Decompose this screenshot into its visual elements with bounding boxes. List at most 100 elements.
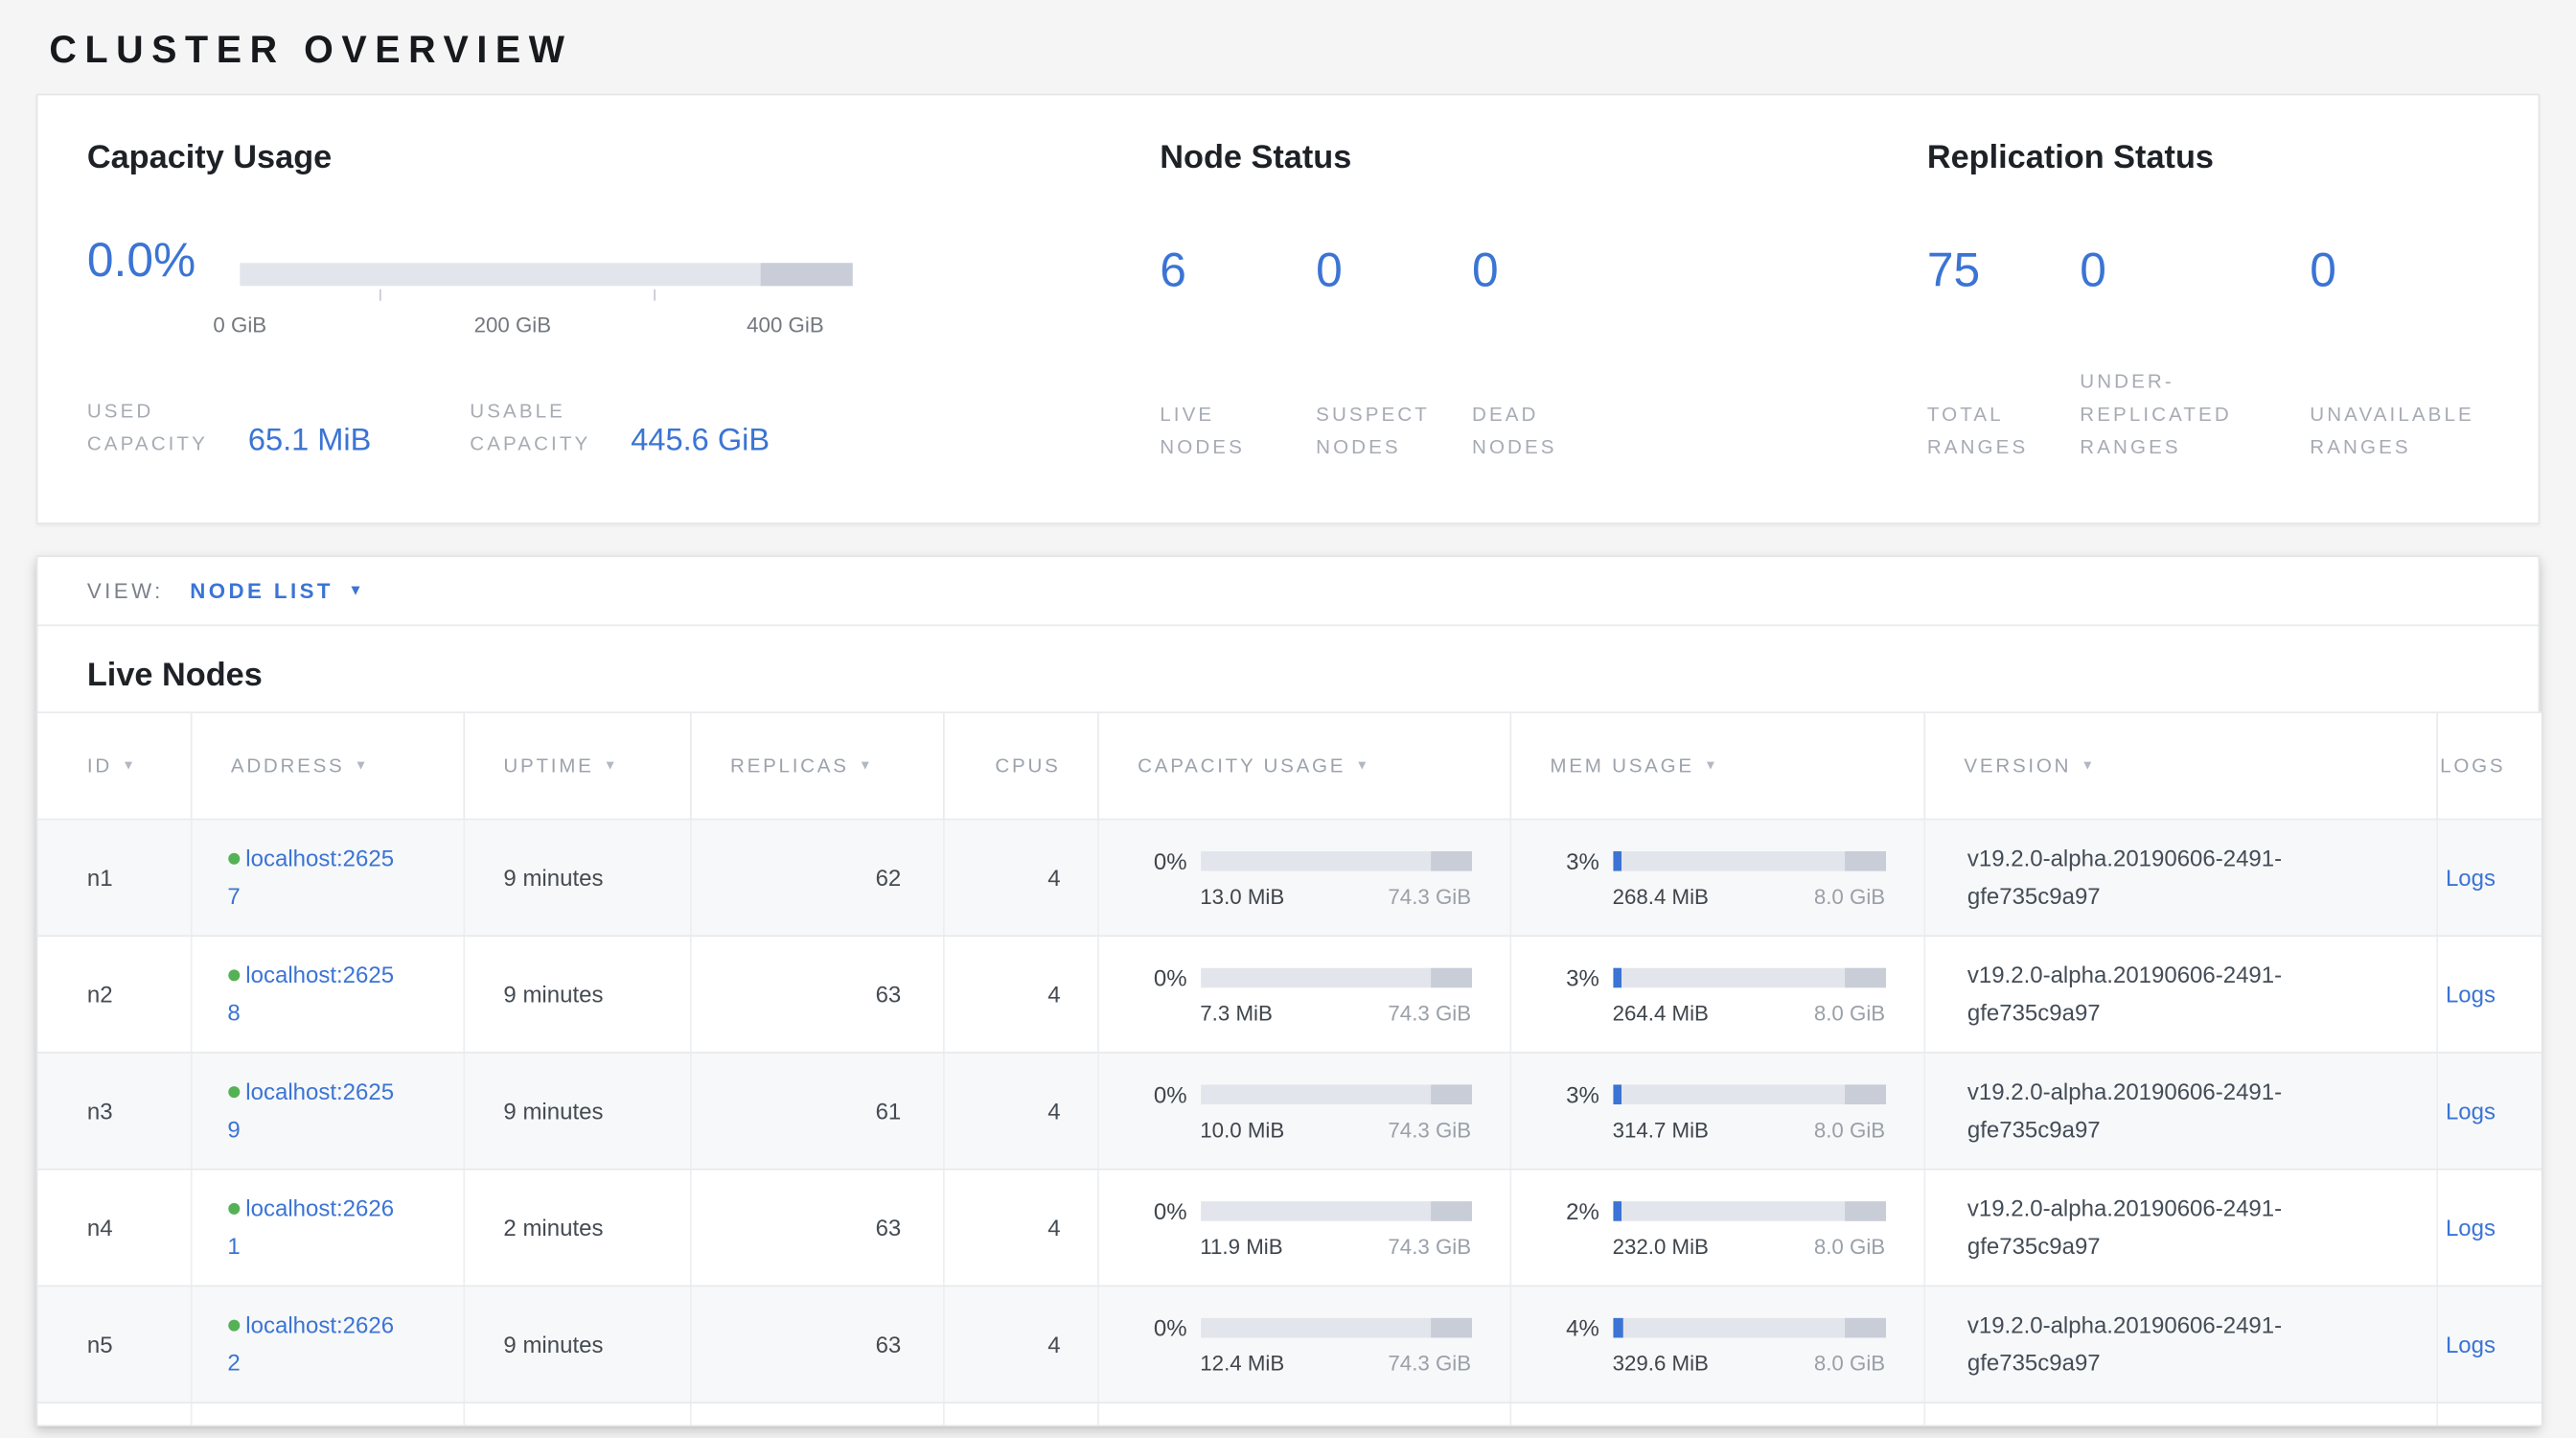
- mem-total-value: 8.0 GiB: [1814, 1234, 1885, 1259]
- mem-used-value: 329.6 MiB: [1613, 1350, 1709, 1375]
- node-live-icon: [227, 1320, 239, 1332]
- live-nodes-table: ID▼ ADDRESS▼ UPTIME▼ REPLICAS▼ CPUS CAPA…: [37, 711, 2542, 1425]
- page-title: CLUSTER OVERVIEW: [36, 0, 2541, 94]
- node-status-section: Node Status 6 LIVE NODES 0 SUSPECT NODES…: [1160, 138, 1927, 522]
- mem-used-value: 268.4 MiB: [1613, 883, 1709, 908]
- column-header-capacity-usage[interactable]: CAPACITY USAGE▼: [1097, 712, 1509, 819]
- total-ranges-stat: 75 TOTAL RANGES: [1927, 240, 2080, 463]
- node-cpus: 4: [1047, 1332, 1060, 1357]
- mem-percent: 3%: [1550, 847, 1598, 873]
- sort-desc-icon: ▼: [122, 757, 137, 772]
- node-address: localhost:26262: [227, 1307, 395, 1382]
- node-list-dropdown-value: NODE LIST: [190, 578, 334, 603]
- mem-usage-bar: [1613, 1317, 1886, 1337]
- capacity-total-value: 74.3 GiB: [1388, 1350, 1471, 1375]
- axis-tick: [380, 290, 381, 301]
- stat-value: 0: [2310, 240, 2491, 302]
- mem-usage-fill: [1613, 1084, 1622, 1104]
- node-replicas: 63: [876, 1215, 902, 1241]
- mem-usage-bar: [1613, 850, 1886, 870]
- live-nodes-stat: 6 LIVE NODES: [1160, 240, 1316, 463]
- capacity-reserved-segment: [1430, 850, 1471, 870]
- node-cpus: 4: [1047, 865, 1060, 891]
- view-bar: VIEW: NODE LIST ▼: [37, 557, 2538, 626]
- used-capacity-stat: USED CAPACITY 65.1 MiB: [87, 394, 372, 460]
- capacity-total-value: 74.3 GiB: [1388, 1234, 1471, 1259]
- node-uptime: 9 minutes: [503, 1332, 603, 1357]
- column-header-id[interactable]: ID▼: [37, 712, 190, 819]
- mem-usage-bar: [1613, 967, 1886, 987]
- stat-label: DEAD NODES: [1472, 398, 1571, 464]
- under-replicated-ranges-stat: 0 UNDER-REPLICATED RANGES: [2080, 240, 2310, 463]
- nodes-card: VIEW: NODE LIST ▼ Live Nodes ID▼ ADDRESS…: [36, 555, 2541, 1426]
- mem-used-value: 264.4 MiB: [1613, 1000, 1709, 1025]
- node-address-link[interactable]: localhost:26258: [227, 962, 394, 1026]
- node-version: v19.2.0-alpha.20190606-2491-gfe735c9a97: [1924, 1190, 2361, 1265]
- mem-usage-cell: 3% 264.4 MiB8.0 GiB: [1510, 963, 1922, 1024]
- node-address-link[interactable]: localhost:26259: [227, 1078, 394, 1143]
- column-header-version[interactable]: VERSION▼: [1923, 712, 2436, 819]
- stat-label: TOTAL RANGES: [1927, 398, 2058, 464]
- node-address: localhost:26259: [227, 1073, 395, 1148]
- capacity-usage-cell: 0% 11.9 MiB74.3 GiB: [1098, 1197, 1509, 1258]
- sort-desc-icon: ▼: [1356, 757, 1371, 772]
- node-live-icon: [227, 1086, 239, 1098]
- capacity-usage-bar: [240, 263, 852, 286]
- logs-link[interactable]: Logs: [2446, 1098, 2496, 1124]
- mem-reserved-segment: [1844, 1317, 1885, 1337]
- column-header-cpus: CPUS: [943, 712, 1097, 819]
- node-version: v19.2.0-alpha.20190606-2491-gfe735c9a97: [1924, 957, 2361, 1032]
- column-header-uptime[interactable]: UPTIME▼: [463, 712, 690, 819]
- sort-desc-icon: ▼: [355, 757, 370, 772]
- mem-reserved-segment: [1844, 967, 1885, 987]
- node-address-link[interactable]: localhost:26261: [227, 1194, 394, 1259]
- table-row: n1 localhost:26257 9 minutes 62 4 0% 13.…: [37, 820, 2542, 937]
- capacity-total-value: 74.3 GiB: [1388, 1000, 1471, 1025]
- logs-link[interactable]: Logs: [2446, 1332, 2496, 1357]
- column-header-replicas[interactable]: REPLICAS▼: [690, 712, 943, 819]
- column-header-logs: LOGS: [2436, 712, 2542, 819]
- capacity-used-value: 10.0 MiB: [1200, 1117, 1284, 1142]
- node-replicas: 63: [876, 981, 902, 1007]
- mem-usage-cell: 2% 232.0 MiB8.0 GiB: [1510, 1197, 1922, 1258]
- sort-desc-icon: ▼: [1704, 757, 1719, 772]
- capacity-percent: 0.0%: [87, 233, 240, 289]
- axis-tick-label: 400 GiB: [747, 313, 824, 337]
- usable-capacity-value: 445.6 GiB: [631, 424, 770, 460]
- node-address-link[interactable]: localhost:26262: [227, 1311, 394, 1376]
- view-label: VIEW:: [87, 578, 164, 603]
- node-address: localhost:26257: [227, 840, 395, 916]
- node-status-title: Node Status: [1160, 138, 1927, 177]
- node-version: v19.2.0-alpha.20190606-2491-gfe735c9a97: [1924, 1307, 2361, 1382]
- cluster-overview-page: CLUSTER OVERVIEW Capacity Usage 0.0% 0: [0, 0, 2576, 1438]
- capacity-used-value: 13.0 MiB: [1200, 883, 1284, 908]
- node-list-dropdown[interactable]: NODE LIST ▼: [190, 578, 362, 603]
- logs-link[interactable]: Logs: [2446, 981, 2496, 1007]
- axis-tick-label: 200 GiB: [474, 313, 552, 337]
- node-id: n1: [87, 865, 113, 891]
- column-header-address[interactable]: ADDRESS▼: [191, 712, 464, 819]
- suspect-nodes-stat: 0 SUSPECT NODES: [1316, 240, 1472, 463]
- logs-link[interactable]: Logs: [2446, 865, 2496, 891]
- capacity-usage-cell: 0% 7.3 MiB74.3 GiB: [1098, 963, 1509, 1024]
- mem-reserved-segment: [1844, 1200, 1885, 1220]
- capacity-reserved-segment: [1430, 1317, 1471, 1337]
- node-id: n3: [87, 1098, 113, 1124]
- logs-link[interactable]: Logs: [2446, 1215, 2496, 1241]
- table-row-partial: [37, 1403, 2542, 1425]
- replication-status-section: Replication Status 75 TOTAL RANGES 0 UND…: [1927, 138, 2539, 522]
- capacity-usage-bar: [1200, 1317, 1471, 1337]
- node-cpus: 4: [1047, 981, 1060, 1007]
- mem-usage-cell: 3% 268.4 MiB8.0 GiB: [1510, 847, 1922, 908]
- column-header-mem-usage[interactable]: MEM USAGE▼: [1509, 712, 1923, 819]
- node-version: v19.2.0-alpha.20190606-2491-gfe735c9a97: [1924, 1073, 2361, 1148]
- node-replicas: 61: [876, 1098, 902, 1124]
- node-id: n4: [87, 1215, 113, 1241]
- mem-usage-fill: [1613, 850, 1622, 870]
- capacity-usage-section: Capacity Usage 0.0% 0 GiB 200 GiB 400 Gi…: [87, 138, 1160, 522]
- node-replicas: 63: [876, 1332, 902, 1357]
- node-address-link[interactable]: localhost:26257: [227, 845, 394, 909]
- mem-percent: 4%: [1550, 1314, 1598, 1340]
- capacity-used-value: 7.3 MiB: [1200, 1000, 1273, 1025]
- capacity-usage-bar: [1200, 850, 1471, 870]
